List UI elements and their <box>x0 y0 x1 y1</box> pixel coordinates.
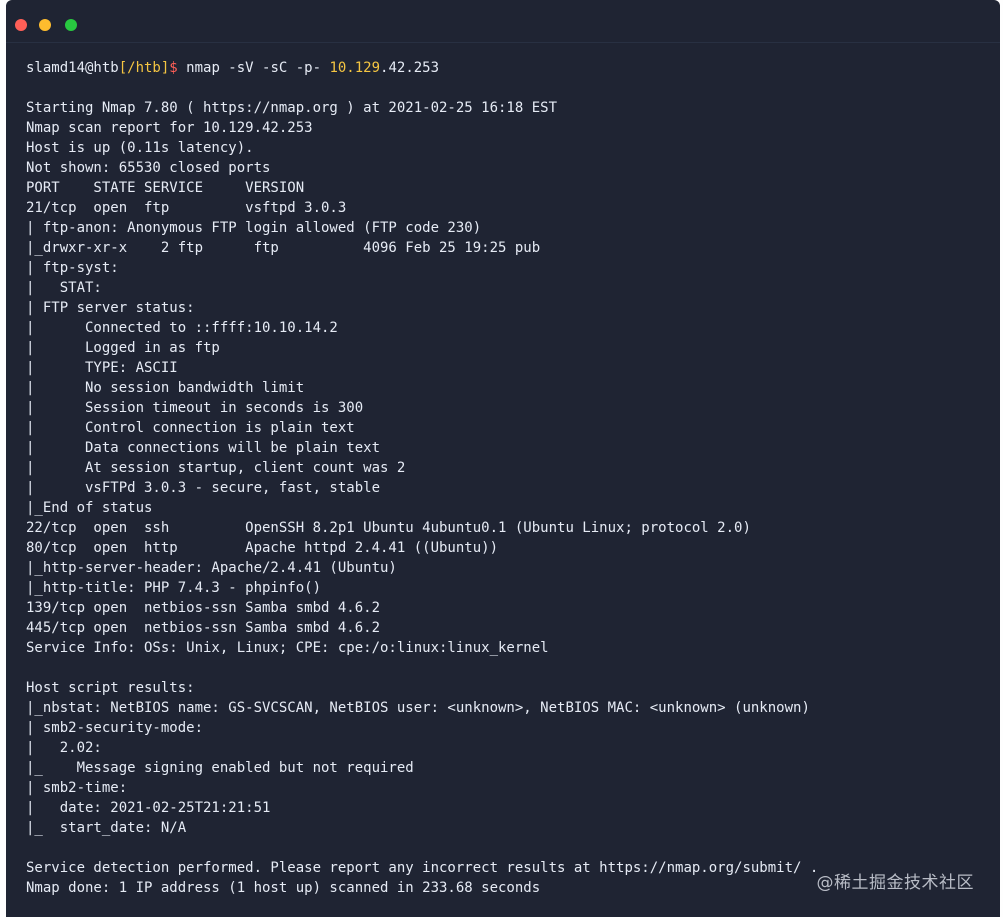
output-line: Service Info: OSs: Unix, Linux; CPE: cpe… <box>26 640 549 656</box>
output-line: | smb2-time: <box>26 780 128 796</box>
output-line: |_http-server-header: Apache/2.4.41 (Ubu… <box>26 560 397 576</box>
output-line: Nmap scan report for 10.129.42.253 <box>26 120 313 136</box>
output-line: | Logged in as ftp <box>26 340 220 356</box>
terminal-window: slamd14@htb[/htb]$ nmap -sV -sC -p- 10.1… <box>6 0 1000 917</box>
output-line: | date: 2021-02-25T21:21:51 <box>26 800 271 816</box>
target-ip-rest: .42.253 <box>380 60 440 76</box>
watermark: @稀土掘金技术社区 <box>816 873 974 893</box>
prompt-line: slamd14@htb[/htb]$ nmap -sV -sC -p- 10.1… <box>26 58 990 78</box>
output-line: Host script results: <box>26 680 195 696</box>
output-line: | At session startup, client count was 2 <box>26 460 406 476</box>
output-line: |_ start_date: N/A <box>26 820 187 836</box>
prompt-user-host: slamd14@htb <box>26 60 119 76</box>
output-line: | Connected to ::ffff:10.10.14.2 <box>26 320 338 336</box>
output-line: | STAT: <box>26 280 102 296</box>
minimize-button[interactable] <box>39 19 51 31</box>
output-line: | smb2-security-mode: <box>26 720 204 736</box>
output-line: | TYPE: ASCII <box>26 360 178 376</box>
output-line: Starting Nmap 7.80 ( https://nmap.org ) … <box>26 100 558 116</box>
output-line: 22/tcp open ssh OpenSSH 8.2p1 Ubuntu 4ub… <box>26 520 751 536</box>
output-line: Host is up (0.11s latency). <box>26 140 254 156</box>
output-line: | FTP server status: <box>26 300 195 316</box>
output-line: | Data connections will be plain text <box>26 440 381 456</box>
output-line: |_nbstat: NetBIOS name: GS-SVCSCAN, NetB… <box>26 700 810 716</box>
scan-output: Starting Nmap 7.80 ( https://nmap.org ) … <box>26 78 990 898</box>
title-bar <box>6 0 1000 42</box>
output-line: |_ Message signing enabled but not requi… <box>26 760 414 776</box>
prompt-symbol: $ <box>169 60 178 76</box>
terminal-output[interactable]: slamd14@htb[/htb]$ nmap -sV -sC -p- 10.1… <box>26 58 990 898</box>
output-line: | Session timeout in seconds is 300 <box>26 400 364 416</box>
output-line: | ftp-syst: <box>26 260 119 276</box>
output-line: 21/tcp open ftp vsftpd 3.0.3 <box>26 200 347 216</box>
output-line: | vsFTPd 3.0.3 - secure, fast, stable <box>26 480 381 496</box>
target-ip-highlight: 10.129 <box>329 60 381 76</box>
output-line: 139/tcp open netbios-ssn Samba smbd 4.6.… <box>26 600 381 616</box>
output-line: | Control connection is plain text <box>26 420 355 436</box>
close-button[interactable] <box>15 19 27 31</box>
output-line: |_End of status <box>26 500 153 516</box>
output-line: 80/tcp open http Apache httpd 2.4.41 ((U… <box>26 540 499 556</box>
output-line: |_http-title: PHP 7.4.3 - phpinfo() <box>26 580 322 596</box>
output-line: | 2.02: <box>26 740 102 756</box>
output-line: 445/tcp open netbios-ssn Samba smbd 4.6.… <box>26 620 381 636</box>
title-divider <box>6 42 1000 43</box>
command-text: nmap -sV -sC -p- <box>177 60 330 76</box>
zoom-button[interactable] <box>65 19 77 31</box>
output-line: |_drwxr-xr-x 2 ftp ftp 4096 Feb 25 19:25… <box>26 240 541 256</box>
output-line: | No session bandwidth limit <box>26 380 305 396</box>
output-line: PORT STATE SERVICE VERSION <box>26 180 305 196</box>
output-line: | ftp-anon: Anonymous FTP login allowed … <box>26 220 482 236</box>
output-line: Not shown: 65530 closed ports <box>26 160 271 176</box>
prompt-path: [/htb] <box>118 60 170 76</box>
